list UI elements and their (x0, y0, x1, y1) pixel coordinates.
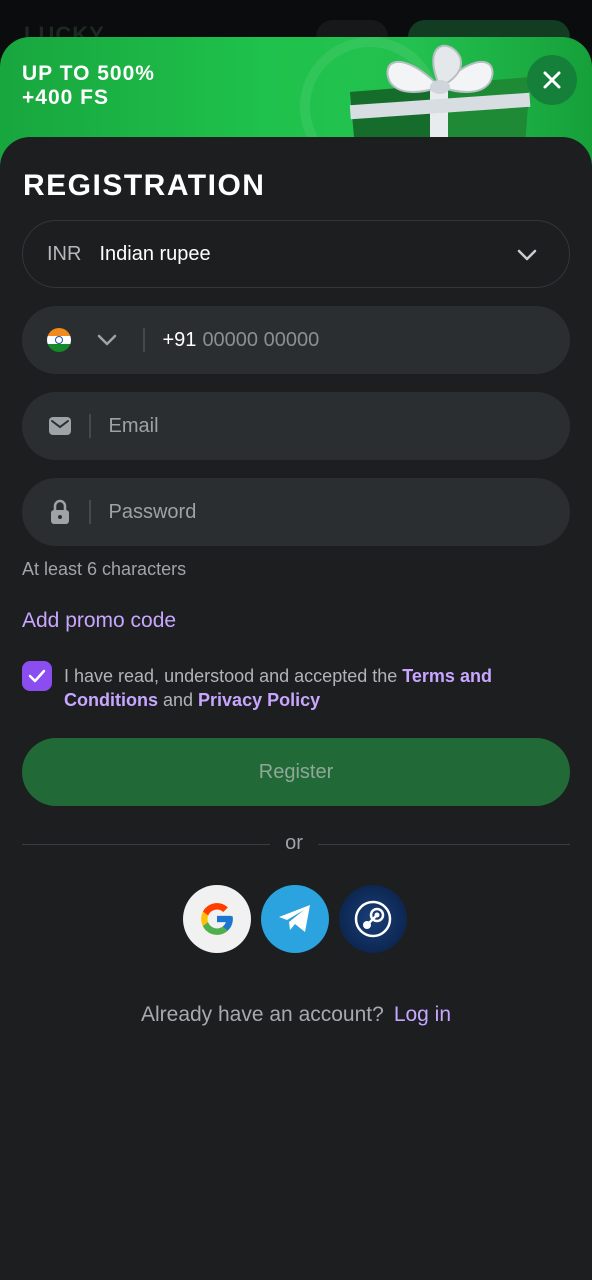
mail-icon (48, 414, 72, 438)
telegram-login-button[interactable] (261, 885, 329, 953)
currency-code: INR (47, 242, 82, 265)
checkmark-icon (28, 669, 46, 683)
terms-text: I have read, understood and accepted the… (64, 664, 554, 712)
google-login-button[interactable] (183, 885, 251, 953)
add-promo-code-link[interactable]: Add promo code (22, 609, 176, 633)
phone-field[interactable]: +91 00000 00000 (22, 306, 570, 374)
password-input[interactable]: Password (109, 501, 197, 524)
steam-icon (354, 900, 392, 938)
registration-sheet: REGISTRATION INR Indian rupee +91 00000 … (0, 137, 592, 1280)
currency-select[interactable]: INR Indian rupee (22, 220, 570, 288)
or-divider: or (22, 832, 570, 856)
gift-box-icon (349, 44, 531, 147)
terms-text-middle: and (157, 690, 199, 710)
close-button[interactable] (527, 55, 577, 105)
or-divider-text: or (285, 832, 303, 854)
steam-login-button[interactable] (339, 885, 407, 953)
login-prompt-text: Already have an account? (140, 1003, 384, 1026)
login-prompt-row: Already have an account? Log in (0, 1003, 592, 1027)
india-flag-icon[interactable] (47, 328, 71, 352)
phone-prefix: +91 (162, 328, 197, 351)
close-icon (543, 71, 561, 89)
bonus-line-1: UP TO 500% (22, 62, 155, 85)
terms-text-before: I have read, understood and accepted the (64, 666, 403, 686)
country-chevron-down-icon[interactable] (95, 328, 119, 352)
currency-name: Indian rupee (99, 242, 211, 265)
email-field[interactable]: Email (22, 392, 570, 460)
privacy-policy-link[interactable]: Privacy Policy (198, 690, 320, 710)
field-divider (143, 328, 145, 352)
field-divider (89, 414, 91, 438)
email-input[interactable]: Email (109, 415, 159, 438)
chevron-down-icon (517, 249, 537, 261)
login-link[interactable]: Log in (394, 1003, 451, 1026)
page-title: REGISTRATION (23, 169, 266, 202)
password-hint: At least 6 characters (22, 559, 187, 579)
bonus-title: UP TO 500% +400 FS (22, 62, 155, 110)
lock-icon (48, 499, 72, 524)
field-divider (89, 500, 91, 524)
register-button[interactable]: Register (22, 738, 570, 806)
password-field[interactable]: Password (22, 478, 570, 546)
google-icon (201, 903, 233, 935)
bonus-line-2: +400 FS (22, 86, 109, 109)
telegram-icon (279, 905, 310, 932)
terms-checkbox[interactable] (22, 661, 52, 691)
phone-input[interactable]: 00000 00000 (202, 329, 319, 352)
